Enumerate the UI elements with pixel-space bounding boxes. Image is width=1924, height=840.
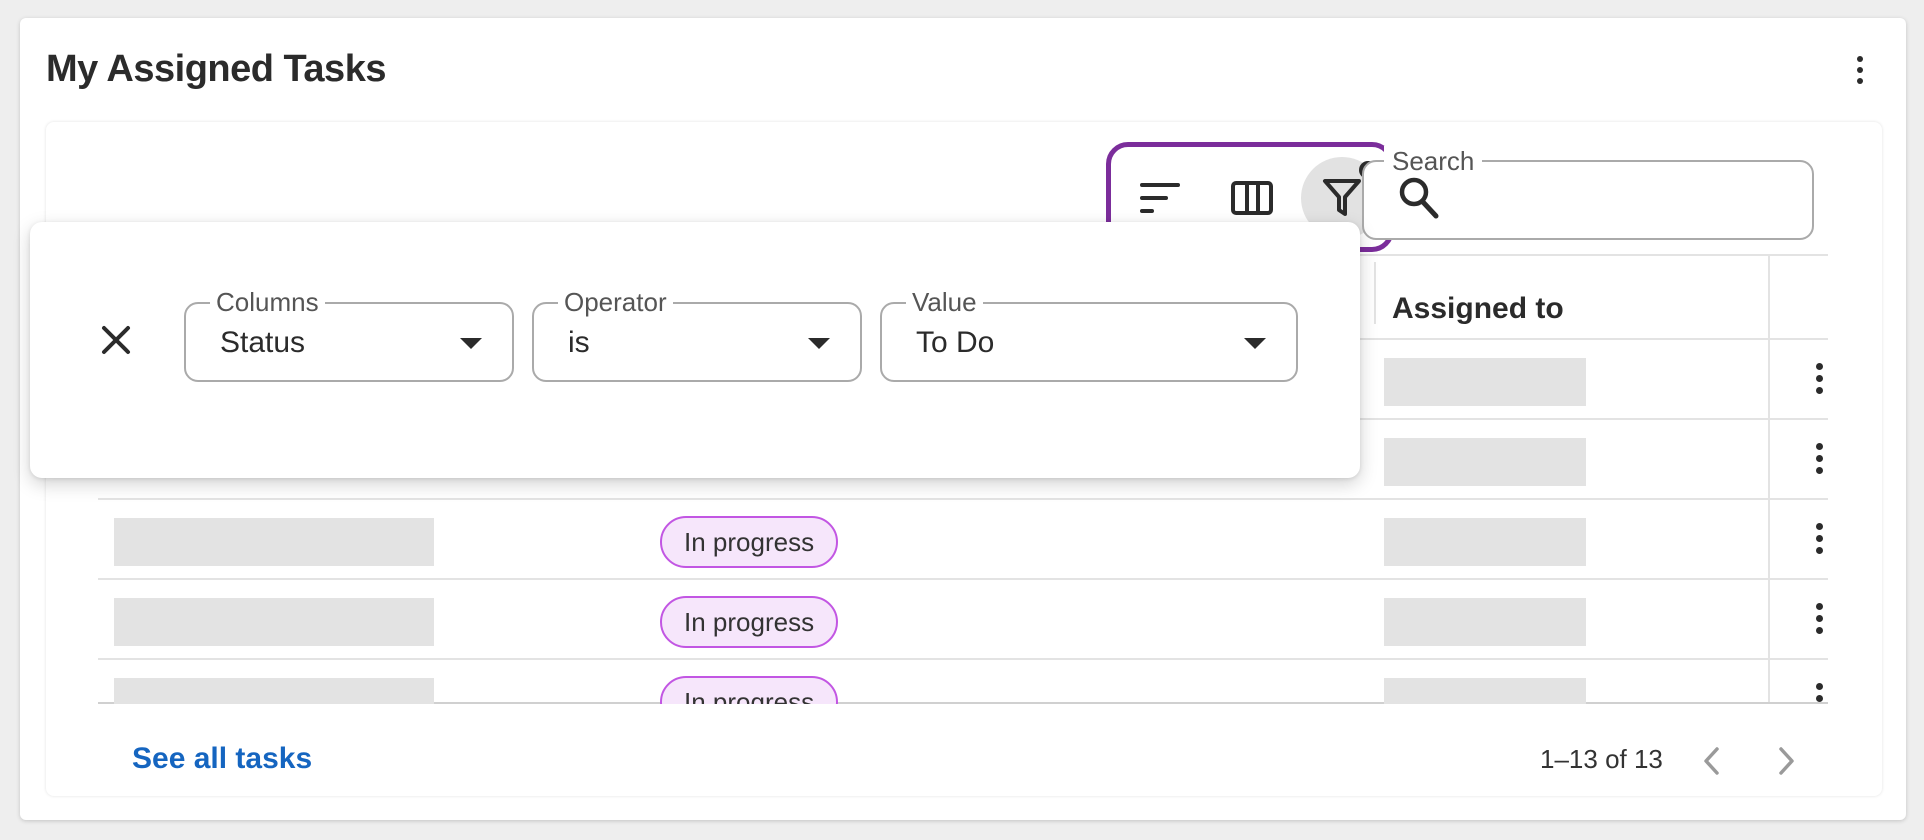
- filter-operator-label: Operator: [558, 287, 673, 318]
- filter-operator-value: is: [568, 326, 590, 359]
- filter-value-value: To Do: [916, 326, 995, 359]
- filter-value-label: Value: [906, 287, 983, 318]
- card-title: My Assigned Tasks: [46, 48, 386, 90]
- assignee-placeholder: [1384, 678, 1586, 704]
- filter-value-select[interactable]: Value To Do: [880, 287, 1298, 382]
- filter-panel: Columns Status Operator is Value To Do: [30, 222, 1360, 478]
- view-column-icon: [1231, 181, 1273, 215]
- status-badge: In progress: [660, 596, 839, 648]
- search-icon: [1399, 177, 1439, 219]
- sort-icon: [1140, 183, 1180, 213]
- row-more-menu-icon[interactable]: [1804, 516, 1828, 560]
- assignee-placeholder: [1384, 438, 1586, 486]
- filter-columns-select[interactable]: Columns Status: [184, 287, 514, 382]
- status-badge: In progress: [660, 676, 839, 704]
- status-badge: In progress: [660, 516, 839, 568]
- row-more-menu-icon[interactable]: [1804, 356, 1828, 400]
- dropdown-arrow-icon: [808, 338, 830, 349]
- row-more-menu-icon[interactable]: [1804, 436, 1828, 480]
- filter-operator-select[interactable]: Operator is: [532, 287, 862, 382]
- next-page-button[interactable]: [1762, 736, 1812, 786]
- dropdown-arrow-icon: [1244, 338, 1266, 349]
- pagination-info: 1–13 of 13: [1540, 744, 1663, 774]
- filter-columns-value: Status: [220, 326, 306, 359]
- task-name-placeholder: [114, 678, 434, 704]
- dropdown-arrow-icon: [460, 338, 482, 349]
- search-label: Search: [1384, 146, 1483, 177]
- chevron-left-icon: [1704, 747, 1719, 775]
- assignee-placeholder: [1384, 598, 1586, 646]
- assignee-placeholder: [1384, 358, 1586, 406]
- row-more-menu-icon[interactable]: [1804, 596, 1828, 640]
- task-name-placeholder: [114, 518, 434, 566]
- filter-columns-label: Columns: [210, 287, 325, 318]
- close-icon[interactable]: [96, 320, 136, 360]
- previous-page-button[interactable]: [1686, 736, 1736, 786]
- task-name-placeholder: [114, 598, 434, 646]
- row-more-menu-icon[interactable]: [1804, 676, 1828, 704]
- filter-icon: [1323, 179, 1361, 216]
- search-input[interactable]: [1452, 176, 1792, 224]
- search-field[interactable]: Search: [1362, 146, 1814, 240]
- chevron-right-icon: [1779, 747, 1794, 775]
- see-all-tasks-link[interactable]: See all tasks: [132, 742, 312, 776]
- assignee-placeholder: [1384, 518, 1586, 566]
- column-header-assigned-to[interactable]: Assigned to: [1392, 292, 1564, 326]
- card-more-menu-icon[interactable]: [1848, 52, 1872, 88]
